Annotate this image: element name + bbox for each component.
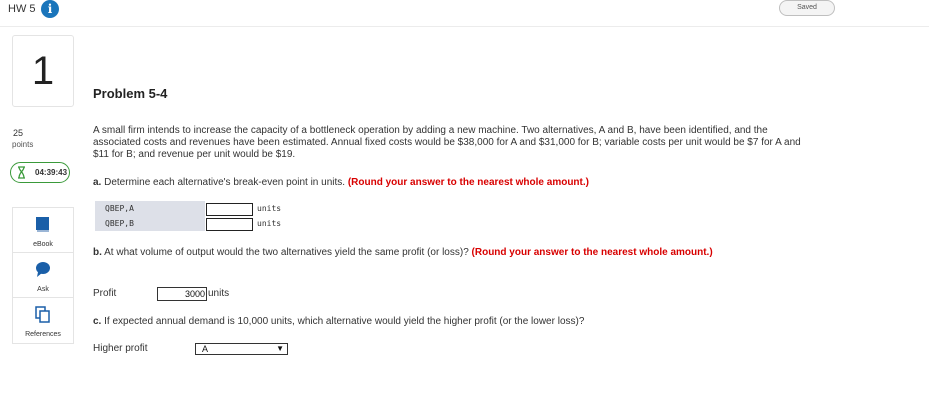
points-label: points [12,140,34,149]
break-even-row-b: QBEP,B units [95,218,291,233]
qbep-a-label: QBEP,A [105,204,134,213]
qbep-b-units: units [257,219,282,228]
ask-button[interactable]: Ask [12,252,74,299]
ask-label: Ask [37,286,49,293]
timer: 04:39:43 [10,162,70,183]
qbep-a-units: units [257,204,282,213]
question-number: 1 [12,35,74,107]
part-b-instruction: (Round your answer to the nearest whole … [471,247,713,258]
timer-value: 04:39:43 [35,168,68,177]
book-icon [36,217,49,232]
higher-profit-select[interactable]: A ▼ [195,343,288,355]
ebook-label: eBook [33,241,53,248]
top-bar: HW 5 i Saved [0,0,929,27]
part-a-prefix: a. [93,177,102,188]
break-even-table: QBEP,A units QBEP,B units [95,201,291,231]
references-button[interactable]: References [12,297,74,344]
higher-profit-value: A [202,344,209,354]
qbep-b-input[interactable] [206,218,253,231]
info-icon[interactable]: i [41,0,59,18]
qbep-a-input[interactable] [206,203,253,216]
part-c-question: c. If expected annual demand is 10,000 u… [93,316,584,327]
assignment-title: HW 5 [8,3,36,15]
part-a-question: a. Determine each alternative's break-ev… [93,177,589,188]
part-b-question: b. At what volume of output would the tw… [93,246,793,259]
part-b-text: At what volume of output would the two a… [104,247,469,258]
part-b-prefix: b. [93,247,102,258]
points-value: 25 [13,128,24,138]
problem-title: Problem 5-4 [93,86,168,101]
higher-profit-label: Higher profit [93,343,148,354]
chevron-down-icon: ▼ [276,344,284,353]
profit-label: Profit [93,288,117,299]
part-a-text: Determine each alternative's break-even … [104,177,346,188]
qbep-b-label: QBEP,B [105,219,134,228]
profit-units: units [208,288,230,299]
part-a-instruction: (Round your answer to the nearest whole … [347,177,589,188]
ebook-button[interactable]: eBook [12,207,74,254]
break-even-row-a: QBEP,A units [95,203,291,218]
references-label: References [25,331,61,338]
hourglass-icon [18,166,25,179]
part-c-text: If expected annual demand is 10,000 unit… [104,316,585,327]
chat-bubble-icon [36,262,50,277]
problem-statement: A small firm intends to increase the cap… [93,125,801,160]
profit-input[interactable]: 3000 [157,287,207,301]
copy-icon [35,306,50,323]
part-c-prefix: c. [93,316,102,327]
saved-status-badge: Saved [779,0,835,16]
